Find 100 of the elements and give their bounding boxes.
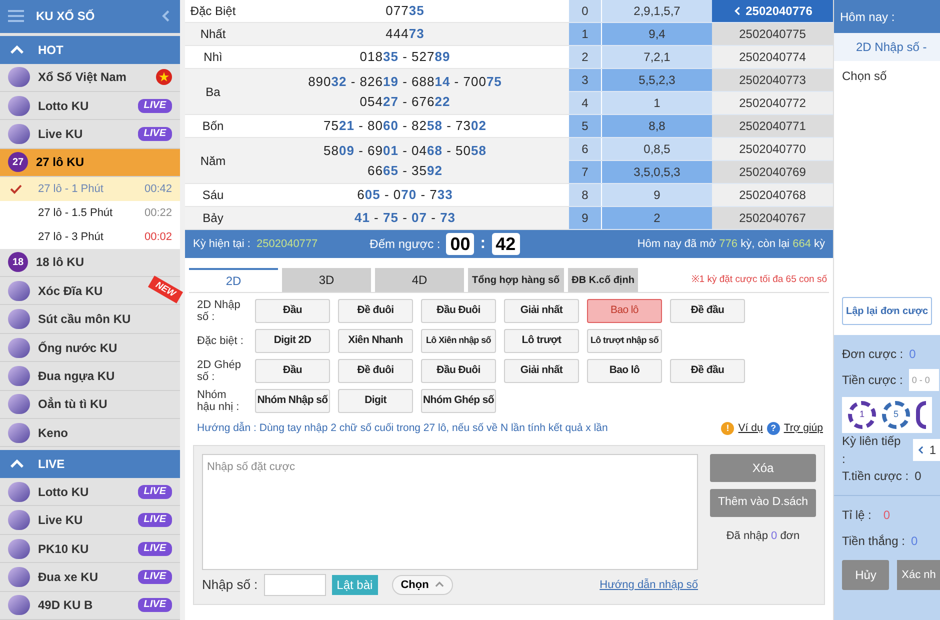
period-cell[interactable]: 2502040773 — [712, 69, 833, 91]
menu-icon[interactable] — [8, 10, 24, 22]
number-label: Nhập số : — [202, 576, 258, 594]
current-period-label: Kỳ hiện tại : — [193, 236, 250, 252]
digit-values: 9 — [602, 184, 712, 206]
prize-name: Năm — [199, 152, 227, 170]
sidebar-subitem[interactable]: 27 lô - 3 Phút 00:02 — [0, 224, 180, 249]
bet-type-button[interactable]: Đầu — [255, 359, 330, 383]
period-cell[interactable]: 2502040772 — [712, 92, 833, 114]
period-cell[interactable]: 2502040769 — [712, 161, 833, 183]
bet-type-button[interactable]: Đề đầu — [670, 299, 745, 323]
digit-cell: 8 — [569, 184, 601, 206]
bet-type-button[interactable]: Giải nhất — [504, 299, 579, 323]
item-label: Live KU — [38, 126, 83, 144]
live-badge: LIVE — [138, 127, 172, 142]
countdown-seconds: 42 — [492, 233, 520, 255]
countdown-time: 00:42 — [144, 182, 172, 197]
pick-label: Chọn số — [841, 68, 888, 85]
bet-type-button[interactable]: Bao lô — [587, 359, 662, 383]
tab[interactable]: Tổng hợp hàng số — [468, 268, 564, 292]
amount-label: Tiền cược : — [842, 372, 903, 389]
tab[interactable]: 4D — [375, 268, 464, 292]
tab[interactable]: 3D — [282, 268, 371, 292]
bet-numbers-field[interactable]: Nhập số đặt cược — [202, 454, 698, 570]
sidebar-item[interactable]: Xóc Đĩa KU NEW — [0, 277, 180, 306]
tab[interactable]: ĐB K.cố định — [568, 268, 638, 292]
prize-name: Bốn — [201, 118, 225, 135]
choose-button[interactable]: Chọn — [392, 574, 453, 595]
period-cell[interactable]: 2502040774 — [712, 46, 833, 68]
period-cell[interactable]: 2502040775 — [712, 23, 833, 45]
item-label: Lotto KU — [38, 98, 89, 115]
bet-type-button[interactable]: Đầu Đuôi — [421, 299, 496, 323]
group-label: Đặc biệt : — [197, 335, 244, 347]
bet-type-button[interactable]: Đề đầu — [670, 359, 745, 383]
chip[interactable]: 5 — [882, 401, 910, 429]
digit-cell: 1 — [569, 23, 601, 45]
game-icon — [8, 566, 30, 587]
item-label: Đua xe KU — [38, 568, 98, 586]
sidebar-subitem[interactable]: 27 lô - 1.5 Phút 00:22 — [0, 201, 180, 225]
bet-type-button[interactable]: Đầu Đuôi — [421, 359, 496, 383]
digit-values: 7,2,1 — [602, 46, 712, 68]
prize-numbers: 44473 — [384, 25, 426, 43]
sidebar-item[interactable]: Oẳn tù tì KU — [0, 390, 180, 419]
number-field[interactable] — [264, 574, 326, 596]
chip-icon[interactable] — [916, 401, 926, 429]
consecutive-stepper[interactable]: 1 — [913, 439, 940, 461]
bet-count-label: Đơn cược : — [842, 346, 904, 363]
sidebar-item[interactable]: Xổ Số Việt Nam — [0, 64, 180, 92]
input-guide-link[interactable]: Hướng dẫn nhập số — [600, 576, 698, 593]
bet-type-button[interactable]: Đề đuôi — [338, 299, 413, 323]
prize-name: Đặc Biệt — [189, 3, 237, 20]
bet-type-button[interactable]: Digit — [338, 389, 413, 413]
period-cell[interactable]: 2502040768 — [712, 184, 833, 206]
game-icon — [8, 309, 30, 330]
bet-type-button[interactable]: Lô trượt — [504, 329, 579, 353]
digit-cell: 6 — [569, 138, 601, 160]
sidebar-item[interactable]: 49D KU B LIVE — [0, 592, 180, 620]
sidebar-item[interactable]: 27 27 lô KU — [0, 148, 180, 178]
bet-type-button[interactable]: Lô trượt nhập số — [587, 329, 662, 353]
digit-values: 0,8,5 — [602, 138, 712, 160]
bet-type-button[interactable]: Digit 2D — [255, 329, 330, 353]
game-icon — [8, 366, 30, 386]
info-icon: ! — [721, 422, 734, 436]
item-label: Xổ Số Việt Nam — [38, 69, 126, 86]
digit-cell: 2 — [569, 46, 601, 68]
group-label: 2D Nhập số : — [197, 299, 242, 323]
current-period: 2502040777 — [256, 236, 318, 252]
countdown-time: 00:22 — [144, 206, 172, 221]
period-cell[interactable]: 2502040770 — [712, 138, 833, 160]
bet-type-button[interactable]: Lô Xiên nhập số — [421, 329, 496, 353]
prize-name: Bảy — [202, 210, 224, 227]
rate-label: Tỉ lệ : — [842, 507, 872, 524]
collapse-icon — [160, 8, 172, 24]
example-link[interactable]: Ví dụ — [738, 421, 763, 437]
chip[interactable]: 1 — [848, 401, 876, 429]
period-cell[interactable]: 2502040771 — [712, 115, 833, 137]
bet-type-button[interactable]: Đề đuôi — [338, 359, 413, 383]
amount-field[interactable]: 0 - 0 — [908, 369, 939, 391]
section-header[interactable]: LIVE — [0, 450, 180, 478]
period-cell[interactable]: 2502040776 — [712, 0, 833, 22]
bet-type-button[interactable]: Xiên Nhanh — [338, 329, 413, 353]
section-header[interactable]: HOT — [0, 36, 180, 64]
item-label: Keno — [38, 424, 68, 442]
chevron-icon — [434, 580, 444, 590]
game-icon — [8, 422, 30, 443]
bet-type-button[interactable]: Giải nhất — [504, 359, 579, 383]
bet-type-button[interactable]: Đầu — [255, 299, 330, 323]
game-icon — [8, 595, 30, 616]
help-link[interactable]: Trợ giúp — [784, 421, 823, 437]
period-cell[interactable]: 2502040767 — [712, 207, 833, 229]
repeat-bet-button[interactable]: Lập lại đơn cược — [842, 297, 932, 325]
countdown-time: 00:02 — [144, 230, 172, 245]
bet-type-button[interactable]: Nhóm Nhập số — [255, 389, 330, 413]
total-label: T.tiền cược : — [842, 468, 909, 485]
bet-type-button[interactable]: Nhóm Ghép số — [421, 389, 496, 413]
star-flag-icon — [156, 69, 172, 86]
subitem-label: 27 lô - 3 Phút — [38, 230, 104, 245]
digit-values: 3,5,0,5,3 — [602, 161, 712, 183]
game-icon — [8, 338, 30, 358]
countdown-label: Đếm ngược : — [370, 236, 440, 253]
